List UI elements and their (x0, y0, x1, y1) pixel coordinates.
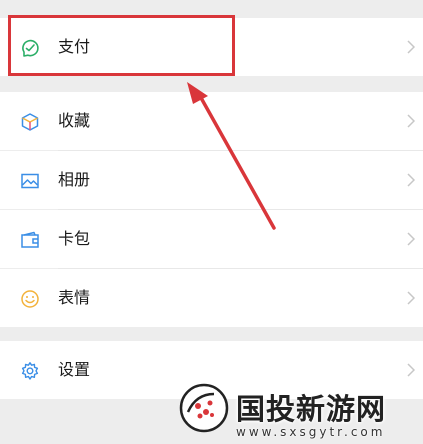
menu-item-label: 设置 (58, 360, 91, 379)
menu-item-label: 卡包 (58, 229, 91, 248)
cube-icon (21, 113, 39, 131)
menu-item-stickers[interactable]: 表情 (0, 269, 423, 327)
chevron-right-icon (407, 173, 415, 187)
section-gap (0, 327, 423, 341)
chevron-right-icon (407, 363, 415, 377)
chevron-right-icon (407, 40, 415, 54)
menu-item-favorites[interactable]: 收藏 (0, 92, 423, 150)
menu-item-album[interactable]: 相册 (0, 151, 423, 209)
watermark-url: www.sxsgytr.com (236, 425, 386, 439)
watermark: 国投新游网 www.sxsgytr.com (170, 376, 423, 444)
chevron-right-icon (407, 232, 415, 246)
chevron-right-icon (407, 114, 415, 128)
menu-item-label: 收藏 (58, 111, 91, 130)
wallet-icon (21, 231, 39, 248)
image-icon (21, 173, 39, 189)
watermark-logo (179, 383, 229, 433)
menu-item-label: 表情 (58, 288, 91, 307)
highlight-box (8, 15, 235, 76)
menu-item-label: 相册 (58, 170, 91, 189)
chevron-right-icon (407, 291, 415, 305)
menu-item-cards[interactable]: 卡包 (0, 210, 423, 268)
gear-icon (21, 362, 39, 380)
smiley-icon (21, 290, 39, 308)
section-gap (0, 76, 423, 92)
watermark-title: 国投新游网 (236, 392, 387, 426)
